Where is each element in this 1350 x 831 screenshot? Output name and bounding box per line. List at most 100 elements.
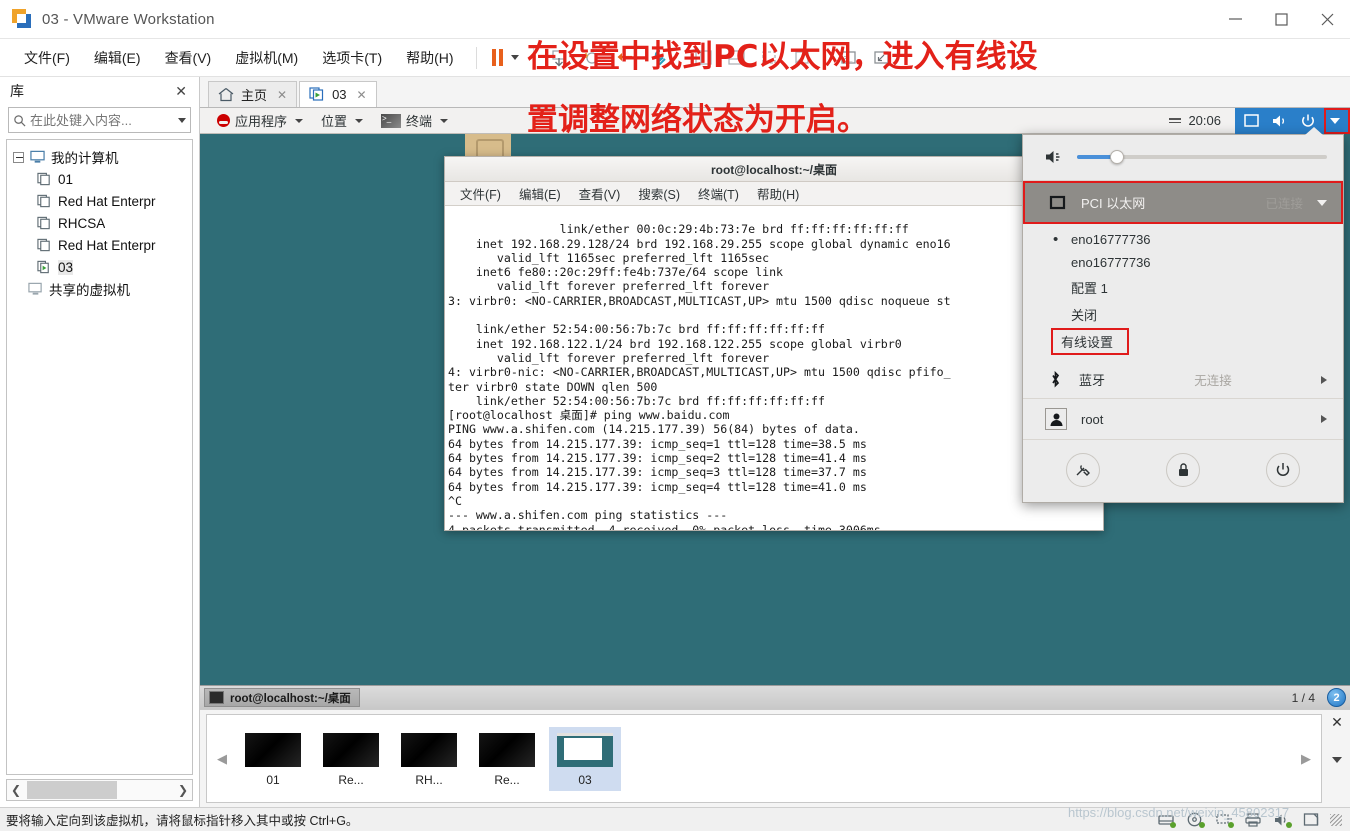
chevron-down-icon <box>1330 117 1340 124</box>
thumbnail-re-1[interactable]: Re... <box>315 727 387 791</box>
thumbnail-preview <box>479 732 535 767</box>
thumbnail-01[interactable]: 01 <box>237 727 309 791</box>
clock-label: 20:06 <box>1188 113 1221 128</box>
terminal-menu-view[interactable]: 查看(V) <box>572 182 628 205</box>
wired-settings-item[interactable]: 有线设置 <box>1051 328 1130 355</box>
chevron-down-icon[interactable] <box>1317 199 1327 206</box>
chevron-down-icon[interactable] <box>1332 757 1342 763</box>
network-option-off[interactable]: 关闭 <box>1023 301 1343 328</box>
scrollbar-thumb[interactable] <box>27 781 117 799</box>
system-menu-toggle[interactable] <box>1324 108 1350 134</box>
menu-file[interactable]: 文件(F) <box>12 42 82 74</box>
terminal-menu-help[interactable]: 帮助(H) <box>750 182 806 205</box>
volume-icon <box>1046 151 1060 163</box>
bluetooth-row[interactable]: 蓝牙 无连接 <box>1023 361 1343 398</box>
main-body: 库 ✕ 我的计算机 <box>0 77 1350 807</box>
thumbnail-re-2[interactable]: Re... <box>471 727 543 791</box>
volume-slider[interactable] <box>1077 150 1327 164</box>
library-search[interactable] <box>8 107 191 133</box>
usb-icon[interactable] <box>1301 812 1321 828</box>
terminal-icon <box>381 113 402 128</box>
search-input[interactable] <box>30 112 174 128</box>
minimize-button[interactable] <box>1212 0 1258 39</box>
chevron-down-icon[interactable] <box>178 117 186 123</box>
user-row[interactable]: root <box>1023 399 1343 439</box>
volume-slider-row[interactable] <box>1023 135 1343 180</box>
library-close-button[interactable]: ✕ <box>171 81 191 102</box>
gnome-applications-menu[interactable]: 应用程序 <box>208 108 312 134</box>
terminal-output[interactable]: link/ether 00:0c:29:4b:73:7e brd ff:ff:f… <box>445 206 1103 530</box>
chevron-right-icon[interactable]: ❯ <box>174 783 192 797</box>
close-button[interactable] <box>1304 0 1350 39</box>
tree-item-rhel-2[interactable]: Red Hat Enterpr <box>11 234 188 256</box>
menu-edit[interactable]: 编辑(E) <box>82 42 153 74</box>
menu-view[interactable]: 查看(V) <box>153 42 224 74</box>
menu-vm[interactable]: 虚拟机(M) <box>223 42 310 74</box>
settings-button[interactable] <box>1066 453 1100 487</box>
gnome-terminal-window[interactable]: root@localhost:~/桌面 文件(F) 编辑(E) 查看(V) 搜索… <box>444 156 1104 531</box>
workspace-badge[interactable]: 2 <box>1327 688 1346 707</box>
workspace-pager-label[interactable]: 1 / 4 <box>1286 691 1321 705</box>
tree-item-my-computer[interactable]: 我的计算机 <box>11 146 188 168</box>
chevron-right-icon[interactable] <box>1321 375 1327 384</box>
tree-item-vm-03[interactable]: 03 <box>11 256 188 278</box>
network-row[interactable]: PCI 以太网 已连接 <box>1025 183 1341 222</box>
collapse-icon[interactable] <box>13 151 24 163</box>
thumbnail-03[interactable]: 03 <box>549 726 621 791</box>
terminal-menu-edit[interactable]: 编辑(E) <box>512 182 568 205</box>
tree-item-rhcsa[interactable]: RHCSA <box>11 212 188 234</box>
menu-pointer <box>1305 127 1323 135</box>
gnome-clock[interactable]: 20:06 <box>1155 113 1235 128</box>
user-avatar-icon <box>1045 408 1067 430</box>
terminal-label: 终端 <box>406 114 433 129</box>
tree-item-shared-vms[interactable]: 共享的虚拟机 <box>11 278 188 300</box>
gnome-terminal-menu[interactable]: 终端 <box>372 108 457 134</box>
network-option-2[interactable]: eno16777736 <box>1023 251 1343 274</box>
places-label: 位置 <box>321 114 348 129</box>
terminal-text: link/ether 00:0c:29:4b:73:7e brd ff:ff:f… <box>448 222 951 530</box>
vm-running-icon <box>37 260 49 274</box>
lock-button[interactable] <box>1166 453 1200 487</box>
chevron-right-icon[interactable] <box>1321 415 1327 423</box>
tab-close-button[interactable]: ✕ <box>357 88 367 102</box>
window-title: 03 - VMware Workstation <box>42 10 215 28</box>
thumbnail-rh[interactable]: RH... <box>393 727 465 791</box>
chevron-left-icon[interactable]: ❮ <box>7 783 25 797</box>
maximize-button[interactable] <box>1258 0 1304 39</box>
resize-grip-icon[interactable] <box>1330 813 1342 826</box>
library-horizontal-scrollbar[interactable]: ❮ ❯ <box>6 779 193 801</box>
chevron-right-icon[interactable]: ▶ <box>1297 751 1315 767</box>
gnome-system-menu[interactable]: PCI 以太网 已连接 eno16777736 eno16777736 配置 1… <box>1022 127 1344 503</box>
system-menu-footer <box>1023 440 1343 502</box>
guest-taskbar: root@localhost:~/桌面 1 / 4 2 <box>200 685 1350 709</box>
power-button[interactable] <box>1266 453 1300 487</box>
menu-help[interactable]: 帮助(H) <box>394 42 465 74</box>
tree-label: 我的计算机 <box>51 151 119 166</box>
tab-vm-03[interactable]: 03 ✕ <box>299 81 377 107</box>
user-label: root <box>1081 411 1104 427</box>
vm-tree[interactable]: 我的计算机 01 Red Hat Enterpr RHCSA Red Hat E… <box>6 139 193 775</box>
tree-label: Red Hat Enterpr <box>58 237 156 253</box>
pause-icon <box>491 49 504 66</box>
terminal-menu-terminal[interactable]: 终端(T) <box>691 182 746 205</box>
tab-label: 主页 <box>241 88 268 103</box>
chevron-left-icon[interactable]: ◀ <box>213 751 231 767</box>
network-option-active[interactable]: eno16777736 <box>1023 228 1343 251</box>
tree-item-vm-01[interactable]: 01 <box>11 168 188 190</box>
applications-label: 应用程序 <box>235 114 288 129</box>
volume-slider-knob[interactable] <box>1110 150 1124 164</box>
tab-home[interactable]: 主页 ✕ <box>208 81 298 107</box>
taskbar-window-button[interactable]: root@localhost:~/桌面 <box>204 688 360 707</box>
tab-close-button[interactable]: ✕ <box>277 88 287 102</box>
network-option-config-1[interactable]: 配置 1 <box>1023 274 1343 301</box>
terminal-menu-search[interactable]: 搜索(S) <box>631 182 687 205</box>
terminal-menu-file[interactable]: 文件(F) <box>453 182 508 205</box>
thumbnail-strip-controls: ✕ <box>1324 710 1350 807</box>
tree-item-rhel-1[interactable]: Red Hat Enterpr <box>11 190 188 212</box>
menu-tabs[interactable]: 选项卡(T) <box>310 42 394 74</box>
vmware-logo-icon <box>12 9 32 29</box>
gnome-places-menu[interactable]: 位置 <box>312 108 372 134</box>
suspend-button[interactable] <box>487 49 523 66</box>
close-icon[interactable]: ✕ <box>1331 714 1343 731</box>
guest-screen[interactable]: 应用程序 位置 终端 20:06 <box>200 107 1350 709</box>
